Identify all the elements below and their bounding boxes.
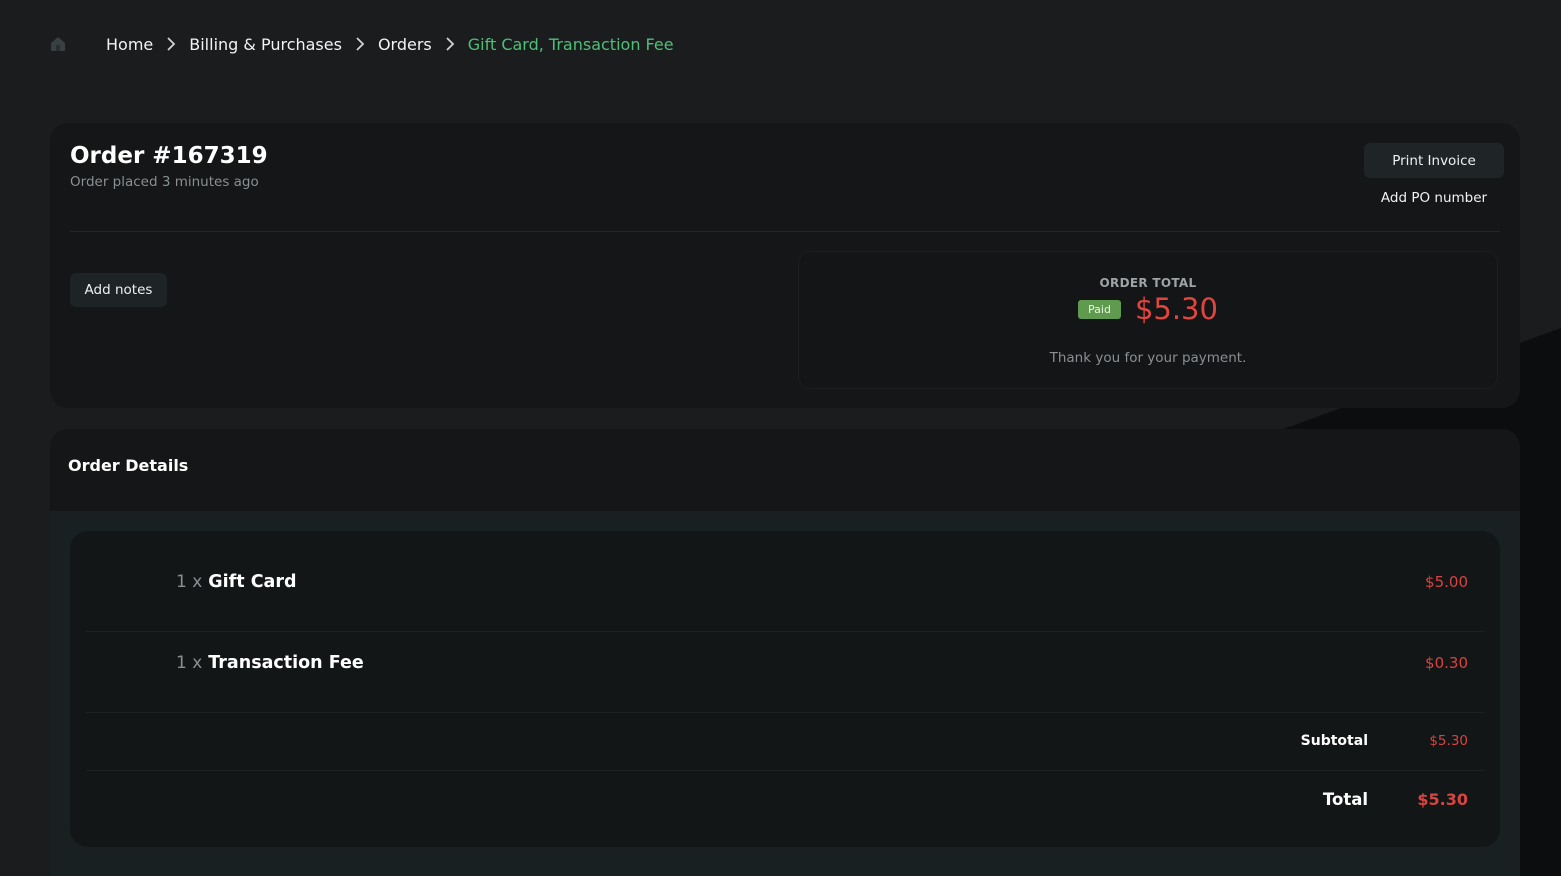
item-price: $5.00 [1425, 572, 1468, 591]
line-item: 1 x Transaction Fee $0.30 [86, 622, 1484, 703]
item-name: Gift Card [208, 571, 297, 592]
add-notes-button[interactable]: Add notes [70, 273, 167, 307]
order-total-panel: ORDER TOTAL Paid $5.30 Thank you for you… [798, 251, 1498, 389]
status-badge: Paid [1078, 299, 1121, 319]
subtotal-value: $5.30 [1429, 733, 1468, 749]
chevron-right-icon [161, 34, 181, 54]
item-quantity: 1 x [176, 571, 203, 592]
home-icon[interactable] [48, 34, 68, 54]
line-items-list: 1 x Gift Card $5.00 1 x Transaction Fee … [70, 531, 1500, 847]
row-divider [86, 712, 1484, 713]
line-item: 1 x Gift Card $5.00 [86, 541, 1484, 622]
order-details-body: 1 x Gift Card $5.00 1 x Transaction Fee … [50, 511, 1520, 876]
chevron-right-icon [350, 34, 370, 54]
breadcrumb: Home Billing & Purchases Orders Gift Car… [48, 30, 674, 58]
total-value: $5.30 [1417, 789, 1468, 809]
payment-thanks-text: Thank you for your payment. [1049, 350, 1247, 366]
row-divider [86, 770, 1484, 771]
breadcrumb-billing[interactable]: Billing & Purchases [189, 35, 342, 54]
order-title: Order #167319 [70, 143, 268, 169]
print-invoice-button[interactable]: Print Invoice [1364, 143, 1504, 178]
page: Home Billing & Purchases Orders Gift Car… [0, 0, 1561, 876]
chevron-right-icon [440, 34, 460, 54]
add-po-number-link[interactable]: Add PO number [1364, 190, 1504, 206]
order-total-row: Paid $5.30 [799, 292, 1497, 326]
subtotal-label: Subtotal [1300, 733, 1368, 749]
order-details-header: Order Details [50, 429, 1520, 511]
order-placed-time: Order placed 3 minutes ago [70, 174, 259, 190]
item-name: Transaction Fee [208, 652, 364, 673]
order-details-title: Order Details [68, 456, 189, 475]
order-details-card: Order Details 1 x Gift Card $5.00 1 x Tr… [50, 429, 1520, 876]
subtotal-row: Subtotal $5.30 [1248, 731, 1468, 751]
breadcrumb-orders[interactable]: Orders [378, 35, 432, 54]
breadcrumb-home[interactable]: Home [106, 35, 153, 54]
divider [70, 231, 1500, 232]
breadcrumb-current: Gift Card, Transaction Fee [467, 34, 674, 54]
item-price: $0.30 [1425, 653, 1468, 672]
order-summary-card: Order #167319 Order placed 3 minutes ago… [50, 123, 1520, 408]
total-label: Total [1322, 789, 1368, 809]
order-total-amount: $5.30 [1134, 292, 1218, 326]
total-row: Total $5.30 [1248, 787, 1468, 811]
item-quantity: 1 x [176, 652, 203, 673]
order-total-label: ORDER TOTAL [1099, 276, 1197, 290]
